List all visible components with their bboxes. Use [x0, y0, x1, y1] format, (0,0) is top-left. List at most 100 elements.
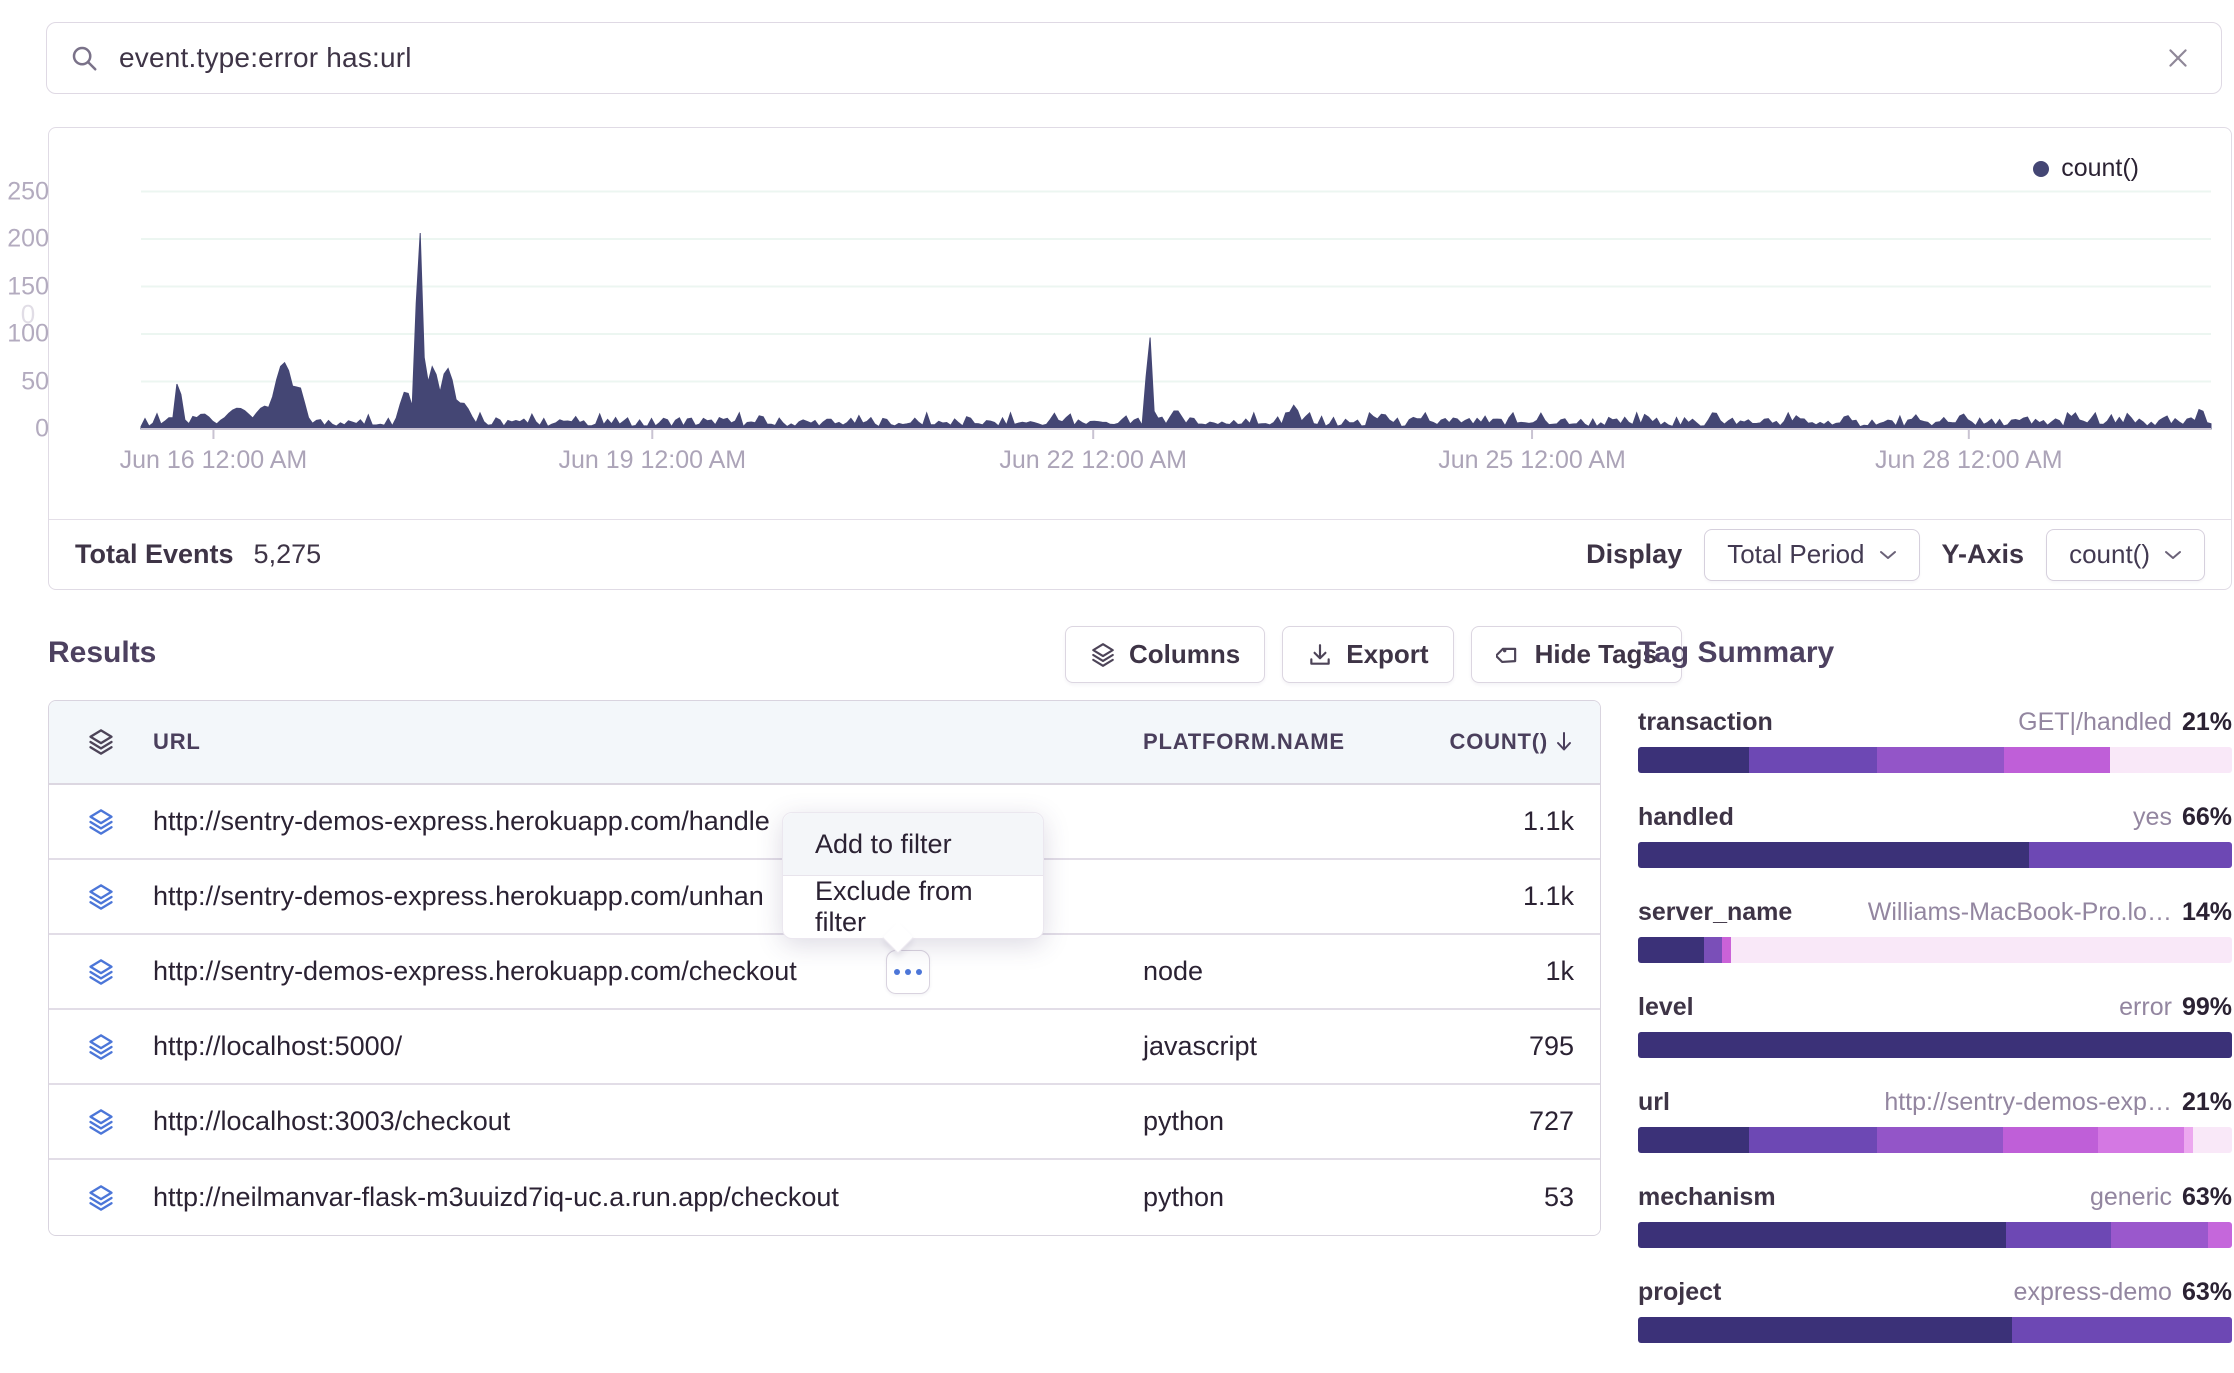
export-button[interactable]: Export: [1282, 626, 1453, 683]
table-row[interactable]: http://localhost:5000/ javascript 795: [49, 1010, 1600, 1085]
tag-bar-segment: [1731, 937, 2232, 963]
tag-distribution-bar[interactable]: [1638, 747, 2232, 773]
tag-distribution-bar[interactable]: [1638, 1032, 2232, 1058]
tag-bar-segment: [2193, 1127, 2232, 1153]
tag-name[interactable]: server_name: [1638, 898, 1792, 927]
tag-bar-segment: [1877, 747, 2005, 773]
tag-row: transaction GET|/handled 21%: [1638, 708, 2232, 773]
tag-bar-segment: [2012, 1317, 2232, 1343]
chevron-down-icon: [1879, 549, 1897, 561]
tag-top-percentage: 66%: [2182, 803, 2232, 832]
x-tick-label: Jun 19 12:00 AM: [502, 446, 802, 475]
search-input[interactable]: event.type:error has:url: [119, 42, 2165, 74]
cell-context-menu: Add to filter Exclude from filter: [782, 812, 1044, 939]
tag-name[interactable]: mechanism: [1638, 1183, 1776, 1212]
tag-bar-segment: [1638, 1127, 1749, 1153]
cell-count: 727: [1420, 1106, 1600, 1137]
menu-item-exclude-from-filter[interactable]: Exclude from filter: [783, 876, 1043, 938]
tag-top-percentage: 14%: [2182, 898, 2232, 927]
tag-row: server_name Williams-MacBook-Pro.lo… 14%: [1638, 898, 2232, 963]
tag-bar-segment: [1638, 747, 1749, 773]
menu-item-add-to-filter[interactable]: Add to filter: [783, 813, 1043, 875]
tag-bar-segment: [2111, 1222, 2207, 1248]
layers-icon: [87, 728, 115, 756]
column-header-platform[interactable]: PLATFORM.NAME: [1143, 729, 1420, 755]
table-row[interactable]: http://sentry-demos-express.herokuapp.co…: [49, 935, 1600, 1010]
tag-bar-segment: [1638, 1032, 2232, 1058]
tag-name[interactable]: url: [1638, 1088, 1670, 1117]
cell-platform: python: [1143, 1182, 1420, 1213]
clear-search-icon[interactable]: [2165, 45, 2191, 71]
cell-count: 1.1k: [1420, 881, 1600, 912]
cell-count: 1.1k: [1420, 806, 1600, 837]
tag-name[interactable]: project: [1638, 1278, 1721, 1307]
tag-bar-segment: [1749, 1127, 1877, 1153]
display-dropdown[interactable]: Total Period: [1704, 529, 1919, 581]
tag-list: transaction GET|/handled 21% handled yes…: [1638, 708, 2232, 1343]
tag-distribution-bar[interactable]: [1638, 1222, 2232, 1248]
layers-icon: [1090, 642, 1116, 668]
tag-bar-segment: [2110, 747, 2232, 773]
tag-top-percentage: 63%: [2182, 1278, 2232, 1307]
tag-icon: [1496, 642, 1522, 668]
cell-platform: python: [1143, 1106, 1420, 1137]
display-dropdown-value: Total Period: [1727, 539, 1864, 570]
tag-top-value: generic: [2090, 1183, 2172, 1212]
results-toolbar: ColumnsExportHide Tags: [1065, 626, 1682, 683]
tag-name[interactable]: transaction: [1638, 708, 1773, 737]
tag-bar-segment: [1638, 1222, 2006, 1248]
column-header-url[interactable]: URL: [153, 729, 1143, 755]
tag-distribution-bar[interactable]: [1638, 842, 2232, 868]
chart-footer: Total Events 5,275 Display Total Period …: [49, 519, 2231, 589]
download-icon: [1307, 642, 1333, 668]
y-tick-label: 150: [0, 272, 49, 301]
tag-bar-segment: [2208, 1222, 2232, 1248]
layers-icon: [87, 883, 115, 911]
yaxis-dropdown[interactable]: count(): [2046, 529, 2205, 581]
tag-top-value: error: [2119, 993, 2172, 1022]
tag-row: mechanism generic 63%: [1638, 1183, 2232, 1248]
cell-url: http://neilmanvar-flask-m3uuizd7iq-uc.a.…: [153, 1182, 1143, 1213]
column-header-count[interactable]: COUNT(): [1420, 729, 1600, 755]
columns-button[interactable]: Columns: [1065, 626, 1265, 683]
tag-name[interactable]: level: [1638, 993, 1694, 1022]
layers-icon: [87, 1033, 115, 1061]
table-header: URL PLATFORM.NAME COUNT(): [49, 701, 1600, 785]
display-label: Display: [1586, 539, 1682, 570]
x-tick-label: Jun 28 12:00 AM: [1819, 446, 2119, 475]
results-title: Results: [48, 636, 156, 670]
tag-top-percentage: 99%: [2182, 993, 2232, 1022]
search-bar[interactable]: event.type:error has:url: [46, 22, 2222, 94]
tag-bar-segment: [1877, 1127, 2003, 1153]
tag-bar-segment: [2184, 1127, 2194, 1153]
count-header-label: COUNT(): [1450, 729, 1548, 755]
cell-actions-button[interactable]: [886, 950, 930, 994]
tag-bar-segment: [1638, 937, 1704, 963]
tag-distribution-bar[interactable]: [1638, 937, 2232, 963]
tag-top-percentage: 21%: [2182, 1088, 2232, 1117]
tag-summary-title: Tag Summary: [1638, 636, 2232, 670]
y-tick-label: 200: [0, 225, 49, 254]
tag-top-percentage: 63%: [2182, 1183, 2232, 1212]
tag-row: project express-demo 63%: [1638, 1278, 2232, 1343]
tag-bar-segment: [1638, 1317, 2012, 1343]
tag-bar-segment: [1749, 747, 1877, 773]
tag-distribution-bar[interactable]: [1638, 1317, 2232, 1343]
tag-name[interactable]: handled: [1638, 803, 1734, 832]
cell-url: http://localhost:5000/: [153, 1031, 1143, 1062]
events-chart-panel: count() 050100150200250 Jun 16 12:00 AMJ…: [48, 127, 2232, 590]
tag-top-value: GET|/handled: [2018, 708, 2172, 737]
x-tick-label: Jun 22 12:00 AM: [943, 446, 1243, 475]
tag-row: handled yes 66%: [1638, 803, 2232, 868]
table-row[interactable]: http://localhost:3003/checkout python 72…: [49, 1085, 1600, 1160]
tag-top-value: http://sentry-demos-exp…: [1884, 1088, 2172, 1117]
tag-top-percentage: 21%: [2182, 708, 2232, 737]
cell-platform: node: [1143, 956, 1420, 987]
tag-bar-segment: [1704, 937, 1722, 963]
tag-bar-segment: [2006, 1222, 2112, 1248]
yaxis-dropdown-value: count(): [2069, 539, 2150, 570]
tag-bar-segment: [2004, 747, 2110, 773]
cell-count: 53: [1420, 1182, 1600, 1213]
tag-row: url http://sentry-demos-exp… 21%: [1638, 1088, 2232, 1153]
tag-distribution-bar[interactable]: [1638, 1127, 2232, 1153]
